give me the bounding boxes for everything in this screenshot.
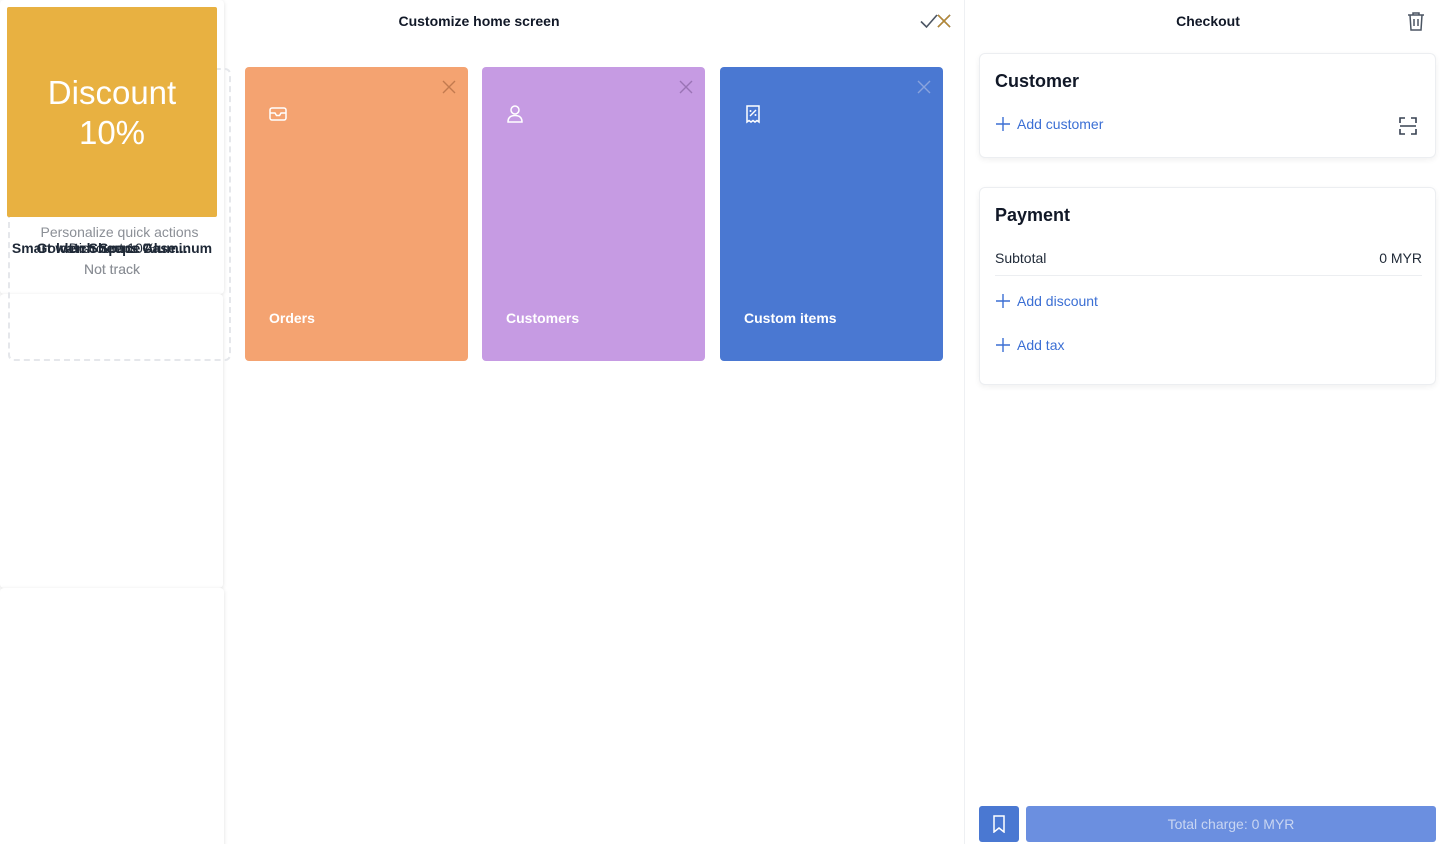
add-customer-button[interactable]: Add customer bbox=[995, 116, 1103, 132]
add-tax-button[interactable]: Add tax bbox=[995, 337, 1064, 353]
checkout-footer: Total charge: 0 MYR bbox=[979, 806, 1436, 842]
scan-icon[interactable] bbox=[1398, 116, 1418, 136]
total-charge-button[interactable]: Total charge: 0 MYR bbox=[1026, 806, 1436, 842]
bookmark-icon bbox=[993, 815, 1005, 833]
add-customer-label: Add customer bbox=[1017, 116, 1104, 132]
home-screen-editor: Customize home screen Personalize quick … bbox=[0, 0, 964, 844]
add-tax-label: Add tax bbox=[1017, 337, 1065, 353]
trash-icon[interactable] bbox=[1406, 10, 1426, 32]
plus-icon bbox=[996, 117, 1010, 131]
discount-tile: Discount 10% bbox=[7, 7, 217, 217]
payment-card: Payment Subtotal 0 MYR Add discount Add … bbox=[979, 187, 1436, 385]
quick-action-custom-items[interactable]: Custom items bbox=[720, 67, 943, 361]
quick-action-orders[interactable]: Orders bbox=[245, 67, 468, 361]
quick-action-label: Custom items bbox=[744, 310, 837, 326]
checkout-header: Checkout bbox=[965, 0, 1441, 42]
subtotal-value: 0 MYR bbox=[1379, 250, 1422, 266]
subtotal-row: Subtotal 0 MYR bbox=[995, 250, 1422, 266]
customer-heading: Customer bbox=[995, 71, 1080, 91]
plus-icon bbox=[996, 338, 1010, 352]
receipt-icon bbox=[746, 105, 760, 124]
customer-card: Customer Add customer bbox=[979, 53, 1436, 158]
discount-card[interactable]: Discount 10% Discount 10% bbox=[0, 7, 951, 844]
quick-action-label: Orders bbox=[269, 310, 315, 326]
checkout-title: Checkout bbox=[1176, 13, 1240, 29]
plus-icon bbox=[996, 294, 1010, 308]
app-root: Customize home screen Personalize quick … bbox=[0, 0, 1441, 844]
checkout-panel: Checkout Customer Add customer Payment S… bbox=[965, 0, 1441, 844]
product-stock-status: Not track bbox=[83, 261, 140, 277]
add-discount-label: Add discount bbox=[1017, 293, 1098, 309]
inbox-icon bbox=[269, 107, 287, 121]
subtotal-label: Subtotal bbox=[995, 250, 1047, 266]
quick-action-label: Customers bbox=[506, 310, 580, 326]
divider bbox=[995, 275, 1422, 276]
close-icon[interactable] bbox=[935, 12, 953, 30]
payment-heading: Payment bbox=[995, 205, 1071, 225]
close-icon[interactable] bbox=[915, 78, 933, 96]
save-order-button[interactable] bbox=[979, 806, 1019, 842]
personalize-label: Personalize quick actions bbox=[40, 224, 199, 240]
add-discount-button[interactable]: Add discount bbox=[995, 293, 1098, 309]
discount-tile-text: Discount 10% bbox=[47, 74, 177, 151]
discount-name: Discount 10% bbox=[68, 240, 156, 256]
close-icon[interactable] bbox=[440, 78, 458, 96]
user-icon bbox=[507, 105, 523, 123]
quick-action-customers[interactable]: Customers bbox=[482, 67, 705, 361]
close-icon[interactable] bbox=[677, 78, 695, 96]
